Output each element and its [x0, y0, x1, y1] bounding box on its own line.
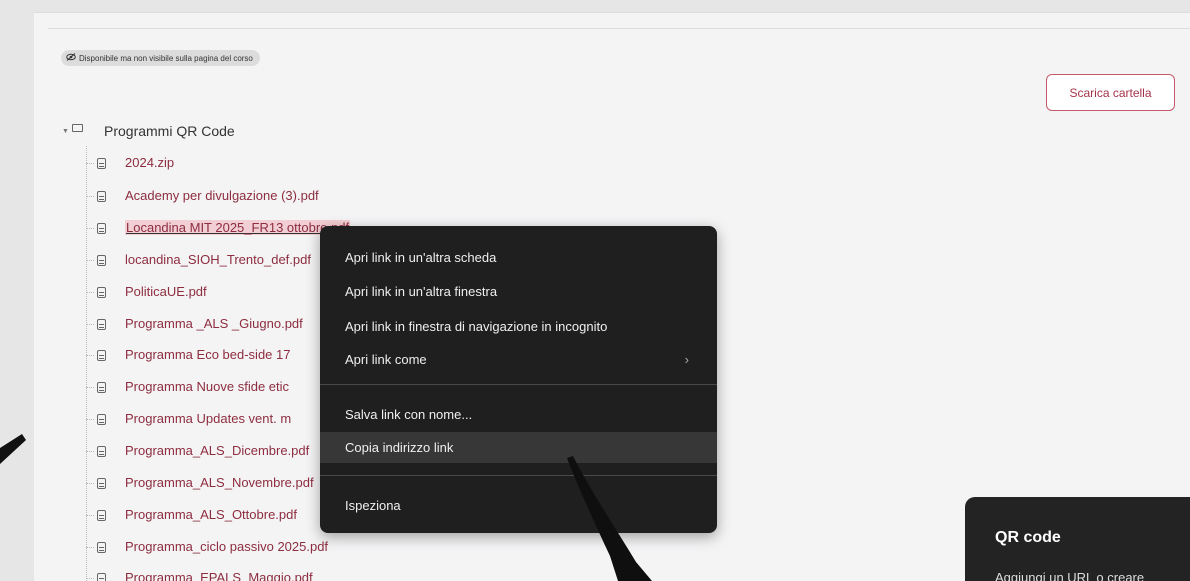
divider	[48, 28, 1190, 29]
list-item[interactable]: Programma_ALS_Ottobre.pdf	[86, 505, 297, 525]
context-menu: Apri link in un'altra scheda Apri link i…	[320, 226, 717, 533]
file-icon	[97, 381, 106, 393]
folder-icon	[72, 124, 83, 132]
list-item[interactable]: 2024.zip	[86, 153, 174, 173]
qr-panel-title: QR code	[995, 529, 1061, 546]
menu-item-open-new-window[interactable]: Apri link in un'altra finestra	[320, 276, 717, 307]
list-item[interactable]: Programma_EPALS_Maggio.pdf	[86, 568, 313, 581]
file-icon	[97, 541, 106, 553]
list-item[interactable]: Programma Nuove sfide etic	[86, 377, 289, 397]
chevron-down-icon[interactable]: ▼	[62, 128, 70, 135]
file-link[interactable]: Programma _ALS _Giugno.pdf	[125, 316, 303, 331]
qr-code-panel: QR code Aggiungi un URL o creare	[965, 497, 1190, 581]
chevron-right-icon: ›	[684, 352, 689, 367]
file-icon	[97, 413, 106, 425]
list-item[interactable]: Programma Updates vent. m	[86, 409, 291, 429]
list-item[interactable]: Programma _ALS _Giugno.pdf	[86, 314, 303, 334]
file-icon	[97, 318, 106, 330]
folder-toggle[interactable]: ▼	[62, 121, 83, 141]
list-item[interactable]: Academy per divulgazione (3).pdf	[86, 186, 319, 206]
eye-slash-icon	[66, 53, 76, 63]
brush-stroke-decoration	[0, 434, 26, 464]
file-icon	[97, 222, 106, 234]
menu-item-open-incognito[interactable]: Apri link in finestra di navigazione in …	[320, 311, 717, 342]
file-link[interactable]: PoliticaUE.pdf	[125, 284, 207, 299]
menu-item-inspect[interactable]: Ispeziona	[320, 490, 717, 521]
qr-panel-subtitle: Aggiungi un URL o creare	[995, 570, 1145, 581]
file-link[interactable]: Programma Eco bed-side 17	[125, 347, 290, 362]
file-link[interactable]: Programma Nuove sfide etic	[125, 379, 289, 394]
menu-item-copy-link-address[interactable]: Copia indirizzo link	[320, 432, 717, 463]
file-link[interactable]: Academy per divulgazione (3).pdf	[125, 188, 319, 203]
file-link[interactable]: Programma_ciclo passivo 2025.pdf	[125, 539, 328, 554]
download-folder-button[interactable]: Scarica cartella	[1046, 74, 1175, 111]
list-item[interactable]: PoliticaUE.pdf	[86, 282, 207, 302]
list-item[interactable]: Programma Eco bed-side 17	[86, 345, 290, 365]
file-link[interactable]: Programma_ALS_Dicembre.pdf	[125, 443, 309, 458]
folder-title: Programmi QR Code	[104, 123, 235, 139]
menu-item-save-link-as[interactable]: Salva link con nome...	[320, 399, 717, 430]
file-link[interactable]: Programma Updates vent. m	[125, 411, 291, 426]
visibility-badge: Disponibile ma non visibile sulla pagina…	[61, 50, 260, 66]
menu-item-open-new-tab[interactable]: Apri link in un'altra scheda	[320, 242, 717, 273]
file-icon	[97, 286, 106, 298]
file-link[interactable]: Programma_ALS_Ottobre.pdf	[125, 507, 297, 522]
menu-separator	[320, 475, 717, 476]
file-link[interactable]: 2024.zip	[125, 155, 174, 170]
list-item[interactable]: locandina_SIOH_Trento_def.pdf	[86, 250, 311, 270]
list-item[interactable]: Programma_ALS_Dicembre.pdf	[86, 441, 309, 461]
visibility-badge-text: Disponibile ma non visibile sulla pagina…	[79, 53, 253, 63]
file-icon	[97, 157, 106, 169]
file-link[interactable]: Programma_ALS_Novembre.pdf	[125, 475, 314, 490]
file-icon	[97, 509, 106, 521]
file-icon	[97, 190, 106, 202]
file-link-selected[interactable]: Locandina MIT 2025_FR13 ottobre.pdf	[125, 220, 351, 235]
list-item[interactable]: Programma_ciclo passivo 2025.pdf	[86, 537, 328, 557]
file-icon	[97, 254, 106, 266]
file-icon	[97, 445, 106, 457]
list-item[interactable]: Programma_ALS_Novembre.pdf	[86, 473, 314, 493]
file-icon	[97, 477, 106, 489]
file-link[interactable]: locandina_SIOH_Trento_def.pdf	[125, 252, 311, 267]
list-item[interactable]: Locandina MIT 2025_FR13 ottobre.pdf	[86, 218, 351, 238]
file-icon	[97, 572, 106, 581]
file-link[interactable]: Programma_EPALS_Maggio.pdf	[125, 570, 313, 581]
file-icon	[97, 349, 106, 361]
menu-item-open-as[interactable]: Apri link come ›	[320, 344, 717, 375]
menu-separator	[320, 384, 717, 385]
